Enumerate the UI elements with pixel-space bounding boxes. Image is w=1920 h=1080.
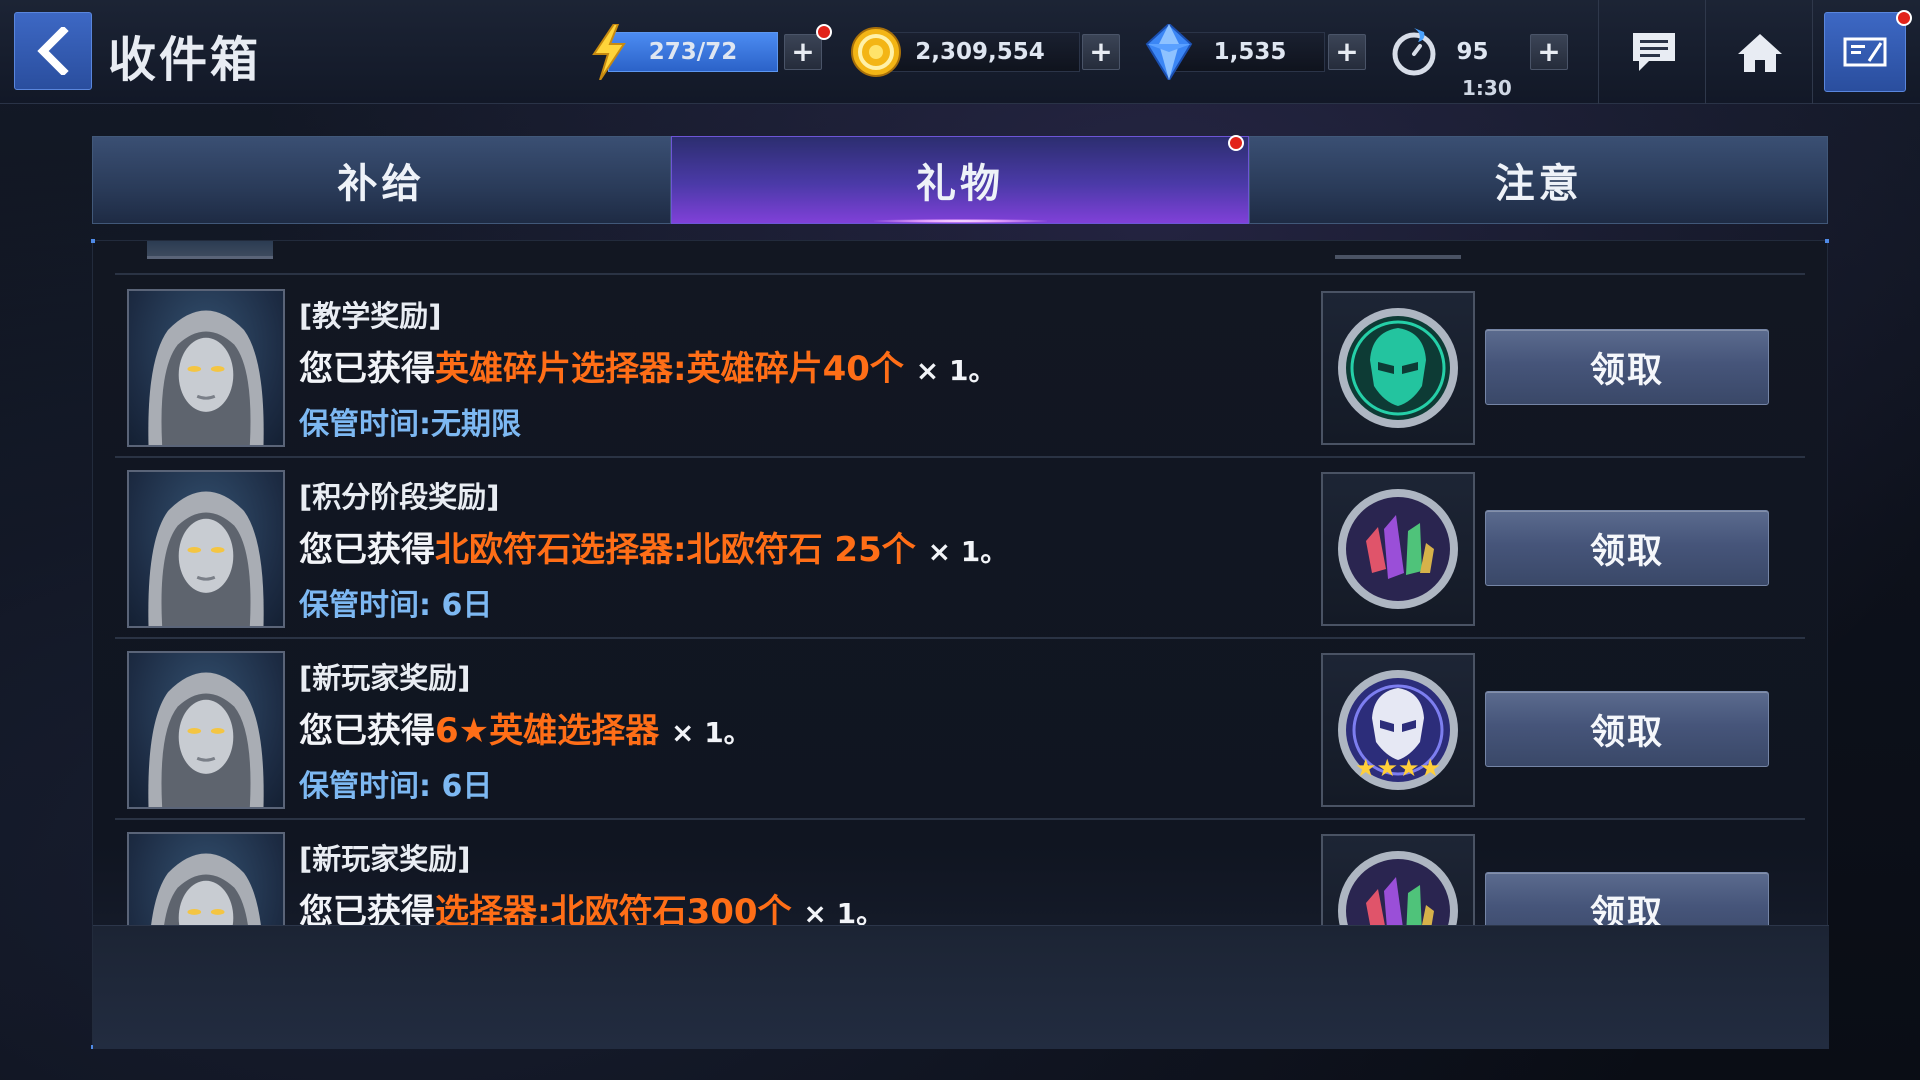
item-frame[interactable] bbox=[1321, 472, 1475, 626]
norn-stone-selector-icon bbox=[1338, 489, 1458, 609]
energy-counter: 273/72 + bbox=[590, 24, 840, 80]
avatar bbox=[127, 289, 285, 447]
chat-button[interactable] bbox=[1614, 14, 1694, 90]
top-bar: 收件箱 273/72 + 2,309,554 + 1,535 + 95 + 1:… bbox=[0, 0, 1920, 104]
mail-body: 您已获得北欧符石选择器:北欧符石 25个 × 1。 bbox=[299, 522, 1008, 571]
list-item: [积分阶段奖励] 您已获得北欧符石选择器:北欧符石 25个 × 1。 保管时间:… bbox=[115, 458, 1805, 639]
mail-tag: [积分阶段奖励] bbox=[299, 480, 500, 514]
mail-tag: [新玩家奖励] bbox=[299, 842, 471, 876]
timer-countdown: 1:30 bbox=[1462, 76, 1512, 100]
avatar bbox=[147, 241, 273, 259]
panel-footer bbox=[93, 925, 1829, 1049]
item-frame[interactable]: ★★★★ bbox=[1321, 653, 1475, 807]
mail-prefix: 您已获得 bbox=[299, 349, 435, 389]
divider bbox=[1812, 0, 1813, 104]
mail-item-name: 选择器:北欧符石300个 bbox=[435, 892, 792, 925]
tab-label: 礼物 bbox=[916, 161, 1004, 207]
mail-expiry: 保管时间: 6日 bbox=[299, 588, 493, 623]
mail-list[interactable]: [教学奖励] 您已获得英雄碎片选择器:英雄碎片40个 × 1。 保管时间:无期限… bbox=[93, 241, 1829, 925]
list-item: [新玩家奖励] 您已获得6★英雄选择器 × 1。 保管时间: 6日 ★★★★ 领… bbox=[115, 639, 1805, 820]
tab-label: 注意 bbox=[1494, 161, 1583, 207]
mail-expiry: 保管时间: 6日 bbox=[299, 769, 493, 804]
mail-panel: [教学奖励] 您已获得英雄碎片选择器:英雄碎片40个 × 1。 保管时间:无期限… bbox=[91, 239, 1829, 1049]
mail-prefix: 您已获得 bbox=[299, 530, 435, 570]
mail-expiry: 保管时间:无期限 bbox=[299, 407, 521, 442]
mail-body: 您已获得6★英雄选择器 × 1。 bbox=[299, 703, 752, 752]
tab-supplies[interactable]: 补给 bbox=[92, 136, 671, 224]
tab-notices[interactable]: 注意 bbox=[1249, 136, 1829, 224]
six-star-hero-selector-icon: ★★★★ bbox=[1338, 670, 1458, 790]
claim-button[interactable]: 领取 bbox=[1485, 691, 1769, 767]
avatar bbox=[127, 832, 285, 925]
norn-stone-selector-icon bbox=[1338, 851, 1458, 925]
claim-button[interactable]: 领取 bbox=[1485, 329, 1769, 405]
mail-quantity: × 1。 bbox=[670, 716, 752, 749]
timer-counter: 95 + bbox=[1390, 28, 1570, 76]
chevron-left-icon bbox=[37, 27, 69, 75]
energy-notification-dot bbox=[816, 24, 832, 40]
home-button[interactable] bbox=[1720, 14, 1800, 90]
mail-item-name: 北欧符石选择器:北欧符石 25个 bbox=[435, 530, 916, 570]
list-item: [教学奖励] 您已获得英雄碎片选择器:英雄碎片40个 × 1。 保管时间:无期限… bbox=[115, 277, 1805, 458]
home-icon bbox=[1738, 34, 1782, 72]
item-frame bbox=[1335, 255, 1461, 259]
add-crystal-button[interactable]: + bbox=[1328, 34, 1366, 70]
mail-prefix: 您已获得 bbox=[299, 892, 435, 925]
menu-button[interactable] bbox=[1824, 12, 1906, 92]
add-gold-button[interactable]: + bbox=[1082, 34, 1120, 70]
gold-coin-icon bbox=[851, 27, 901, 77]
mail-item-name: 英雄碎片选择器:英雄碎片40个 bbox=[435, 349, 904, 389]
menu-icon bbox=[1843, 37, 1887, 67]
item-frame[interactable] bbox=[1321, 834, 1475, 925]
item-frame[interactable] bbox=[1321, 291, 1475, 445]
inbox-screen: 收件箱 273/72 + 2,309,554 + 1,535 + 95 + 1:… bbox=[0, 0, 1920, 1080]
list-item-partial bbox=[115, 241, 1805, 275]
add-energy-button[interactable]: + bbox=[784, 34, 822, 70]
add-timer-button[interactable]: + bbox=[1530, 34, 1568, 70]
crystal-value: 1,535 bbox=[1175, 32, 1325, 72]
list-item: [新玩家奖励] 您已获得选择器:北欧符石300个 × 1。 领取 bbox=[115, 820, 1805, 925]
energy-value: 273/72 bbox=[608, 32, 778, 72]
lightning-icon bbox=[592, 24, 626, 80]
mail-item-name: 6★英雄选择器 bbox=[435, 711, 660, 751]
mail-tag: [新玩家奖励] bbox=[299, 661, 471, 695]
sender-portrait-icon bbox=[148, 310, 264, 445]
crystal-counter: 1,535 + bbox=[1145, 24, 1370, 80]
mail-quantity: × 1。 bbox=[915, 354, 997, 387]
mail-body: 您已获得选择器:北欧符石300个 × 1。 bbox=[299, 884, 884, 925]
hero-shard-selector-icon bbox=[1338, 308, 1458, 428]
gifts-notification-dot bbox=[1228, 135, 1245, 151]
stopwatch-icon bbox=[1392, 28, 1436, 76]
avatar bbox=[127, 470, 285, 628]
sender-portrait-icon bbox=[151, 853, 261, 925]
divider bbox=[1598, 0, 1599, 104]
mail-quantity: × 1。 bbox=[803, 897, 885, 925]
tab-gifts[interactable]: 礼物 bbox=[670, 135, 1250, 224]
gold-value: 2,309,554 bbox=[880, 32, 1080, 72]
chat-icon bbox=[1633, 33, 1675, 71]
inbox-tabs: 补给 礼物 注意 bbox=[92, 135, 1829, 224]
divider bbox=[1705, 0, 1706, 104]
mail-tag: [教学奖励] bbox=[299, 299, 442, 333]
avatar bbox=[127, 651, 285, 809]
blue-crystal-icon bbox=[1145, 24, 1193, 80]
mail-body: 您已获得英雄碎片选择器:英雄碎片40个 × 1。 bbox=[299, 341, 996, 390]
page-title: 收件箱 bbox=[108, 32, 262, 88]
mail-prefix: 您已获得 bbox=[299, 711, 435, 751]
gold-counter: 2,309,554 + bbox=[850, 27, 1120, 77]
claim-button[interactable]: 领取 bbox=[1485, 872, 1769, 925]
claim-button[interactable]: 领取 bbox=[1485, 510, 1769, 586]
sender-portrait-icon bbox=[148, 491, 264, 626]
back-button[interactable] bbox=[14, 12, 92, 90]
menu-notification-dot bbox=[1896, 10, 1912, 26]
sender-portrait-icon bbox=[148, 672, 264, 807]
tab-label: 补给 bbox=[337, 161, 426, 207]
svg-text:★★★★: ★★★★ bbox=[1355, 754, 1441, 782]
mail-quantity: × 1。 bbox=[927, 535, 1009, 568]
